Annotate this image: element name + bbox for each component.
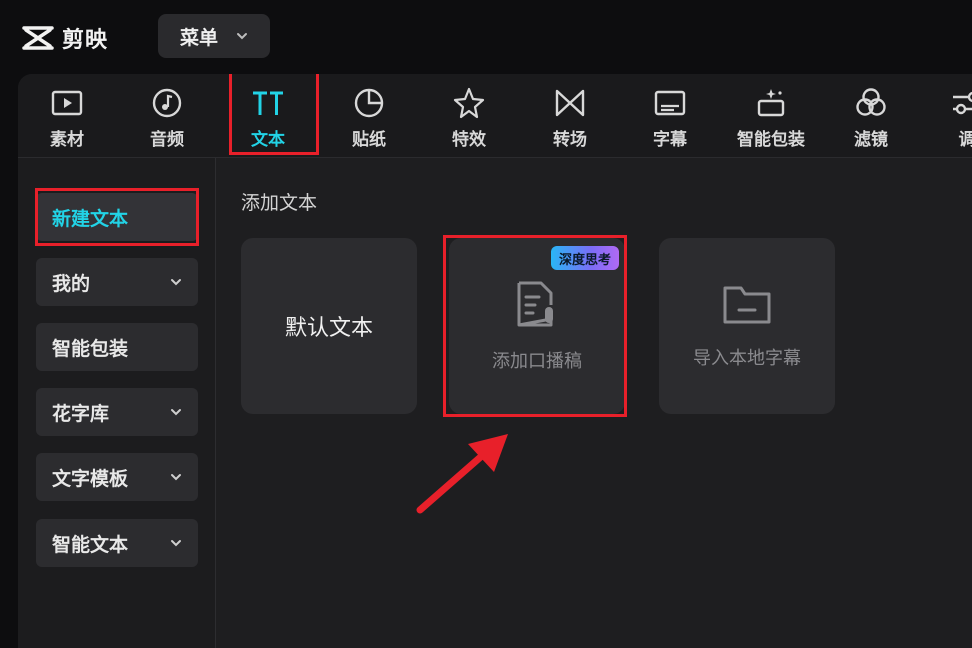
- capcut-logo-icon: [22, 26, 54, 50]
- text-sidebar: 新建文本 我的 智能包装 花字库 文字模板 智能文本: [18, 158, 216, 648]
- adjust-icon: [953, 91, 972, 114]
- category-toolbar: 素材 音频 文本 贴纸 特效 转场 字幕 智能包装 滤镜 调: [18, 74, 972, 158]
- tab-audio[interactable]: 音频: [122, 80, 212, 154]
- import-subtitle-card[interactable]: 导入本地字幕: [659, 238, 835, 414]
- deep-thinking-badge: 深度思考: [550, 246, 619, 270]
- tab-filter[interactable]: 滤镜: [826, 80, 916, 154]
- tab-transition[interactable]: 转场: [525, 80, 615, 154]
- section-title: 添加文本: [241, 192, 318, 214]
- menu-label: 菜单: [179, 26, 218, 49]
- sticker-icon: [354, 88, 384, 117]
- chevron-down-icon: [171, 409, 181, 416]
- app-name: 剪映: [62, 28, 109, 53]
- chevron-down-icon: [237, 33, 247, 40]
- chevron-down-icon: [171, 540, 181, 547]
- audio-icon: [152, 88, 182, 117]
- text-tt-icon: [253, 91, 283, 115]
- tab-adjust[interactable]: 调: [922, 80, 972, 154]
- tab-media[interactable]: 素材: [22, 80, 112, 154]
- text-content-area: 添加文本 默认文本 深度思考 添加口播稿 导入本地字幕: [217, 158, 972, 648]
- chevron-down-icon: [171, 279, 181, 286]
- folder-icon: [723, 286, 771, 324]
- sidebar-item-new-text[interactable]: 新建文本: [36, 193, 198, 241]
- media-play-icon: [51, 90, 83, 115]
- subtitle-icon: [654, 90, 686, 115]
- tab-effects[interactable]: 特效: [424, 80, 514, 154]
- add-script-card[interactable]: 深度思考 添加口播稿: [449, 238, 625, 414]
- chevron-down-icon: [171, 474, 181, 481]
- script-mic-icon: [517, 281, 553, 327]
- filter-icon: [856, 87, 886, 116]
- app-logo: 剪映: [22, 22, 108, 54]
- sidebar-item-text-templates[interactable]: 文字模板: [36, 453, 198, 501]
- tab-smart-package[interactable]: 智能包装: [726, 80, 816, 154]
- sidebar-item-smart-text[interactable]: 智能文本: [36, 519, 198, 567]
- effects-star-icon: [453, 87, 485, 118]
- sidebar-item-mine[interactable]: 我的: [36, 258, 198, 306]
- tab-sticker[interactable]: 贴纸: [324, 80, 414, 154]
- default-text-card[interactable]: 默认文本: [241, 238, 417, 414]
- tab-subtitle[interactable]: 字幕: [625, 80, 715, 154]
- tab-text[interactable]: 文本: [223, 80, 313, 154]
- annotation-arrow-icon: [416, 434, 508, 514]
- sidebar-item-word-art[interactable]: 花字库: [36, 388, 198, 436]
- smart-package-icon: [757, 88, 785, 116]
- main-panel: 素材 音频 文本 贴纸 特效 转场 字幕 智能包装 滤镜 调 新建文本 我的 智…: [18, 74, 972, 648]
- title-bar: 剪映 菜单: [0, 0, 972, 74]
- sidebar-item-smart-package[interactable]: 智能包装: [36, 323, 198, 371]
- transition-icon: [555, 89, 585, 116]
- menu-button[interactable]: 菜单: [158, 14, 270, 58]
